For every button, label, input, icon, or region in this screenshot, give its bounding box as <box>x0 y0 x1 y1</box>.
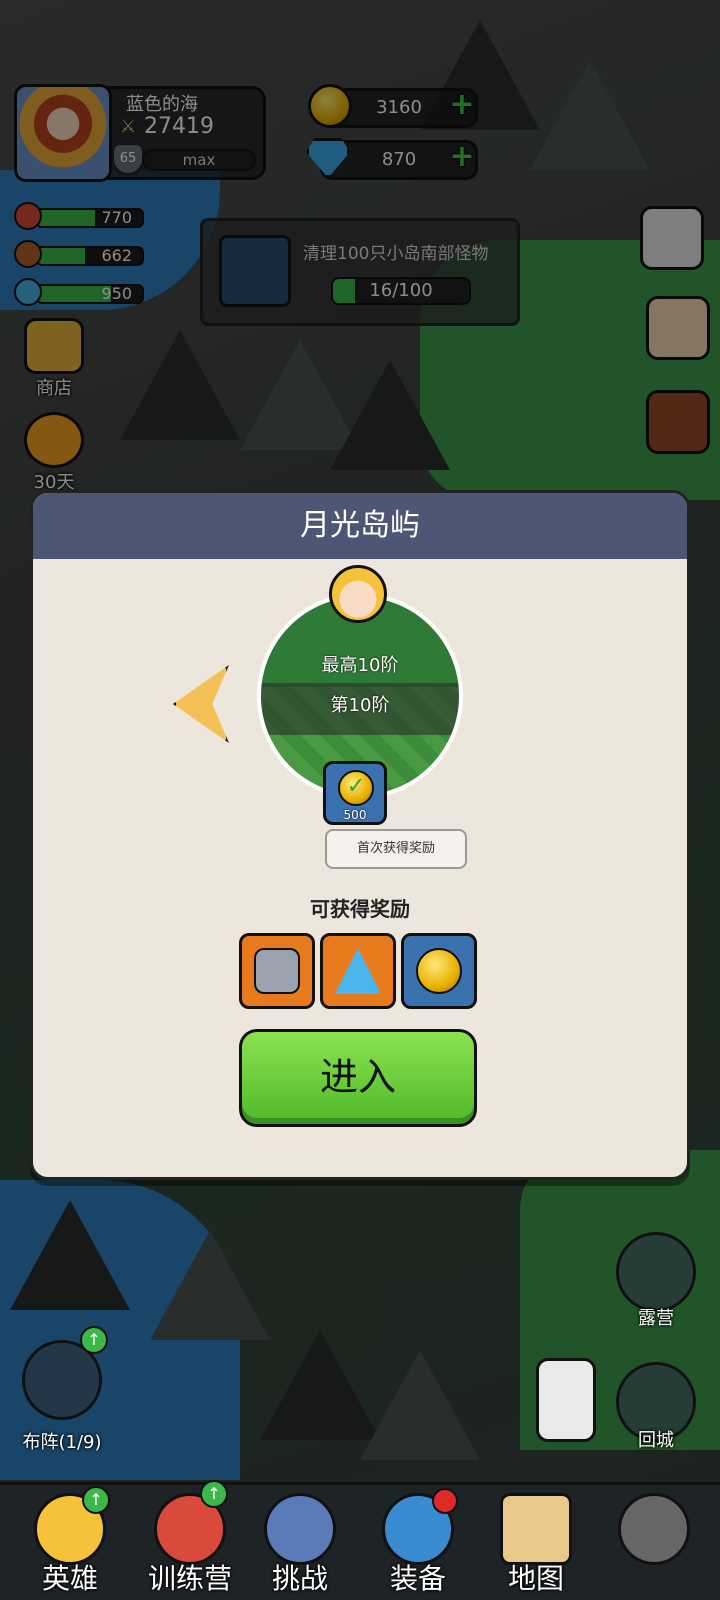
locked-icon <box>618 1493 690 1565</box>
blue-crystal-pile-icon <box>335 948 381 994</box>
claimed-check-icon: ✓ <box>338 770 374 806</box>
stage-max-label: 最高10阶 <box>321 655 399 676</box>
equipment-notification-icon <box>432 1488 458 1514</box>
hero-avatar-icon <box>329 565 387 623</box>
ore-stone-icon <box>254 948 300 994</box>
gold-coin-icon <box>416 948 462 994</box>
nav-equipment[interactable]: 装备 <box>358 1485 478 1600</box>
upgrade-available-icon: ↑ <box>80 1326 108 1354</box>
first-clear-reward[interactable]: ✓ 500 <box>323 761 387 825</box>
nav-map[interactable]: 地图 <box>476 1485 596 1600</box>
camp-button[interactable] <box>616 1232 696 1312</box>
nav-locked[interactable] <box>594 1485 714 1600</box>
first-reward-amount: 500 <box>343 808 367 822</box>
map-scroll-icon <box>500 1493 572 1565</box>
return-city-label: 回城 <box>638 1430 674 1451</box>
enter-button[interactable]: 进入 <box>239 1029 477 1127</box>
reward-slot[interactable] <box>401 933 477 1009</box>
previous-stage-arrow-icon[interactable] <box>173 665 229 743</box>
camp-label: 露营 <box>638 1308 674 1329</box>
nav-heroes[interactable]: 英雄 <box>10 1485 130 1600</box>
rewards-title: 可获得奖励 <box>310 897 410 921</box>
first-reward-tooltip: 首次获得奖励 <box>325 829 467 869</box>
nav-label: 装备 <box>389 1562 446 1595</box>
stage-current-label: 第10阶 <box>330 695 390 716</box>
nav-label: 英雄 <box>41 1562 98 1595</box>
nav-label: 挑战 <box>271 1562 328 1595</box>
formation-label: 布阵(1/9) <box>22 1432 102 1453</box>
nav-challenge[interactable]: 挑战 <box>240 1485 360 1600</box>
heroes-upgrade-icon: ↑ <box>82 1486 110 1514</box>
reward-slot[interactable] <box>239 933 315 1009</box>
stage-dialog: 月光岛屿 最高10阶 第10阶 ✓ 500 首次获得奖励 可获得奖励 进入 <box>30 490 690 1180</box>
dialog-title: 月光岛屿 <box>33 493 687 559</box>
nav-label: 地图 <box>507 1562 564 1595</box>
training-upgrade-icon: ↑ <box>200 1480 228 1508</box>
nav-training[interactable]: 训练营 <box>130 1485 250 1600</box>
nav-label: 训练营 <box>147 1562 232 1595</box>
acorn-icon[interactable] <box>536 1358 596 1442</box>
reward-slot[interactable] <box>320 933 396 1009</box>
sword-shield-icon <box>264 1493 336 1565</box>
